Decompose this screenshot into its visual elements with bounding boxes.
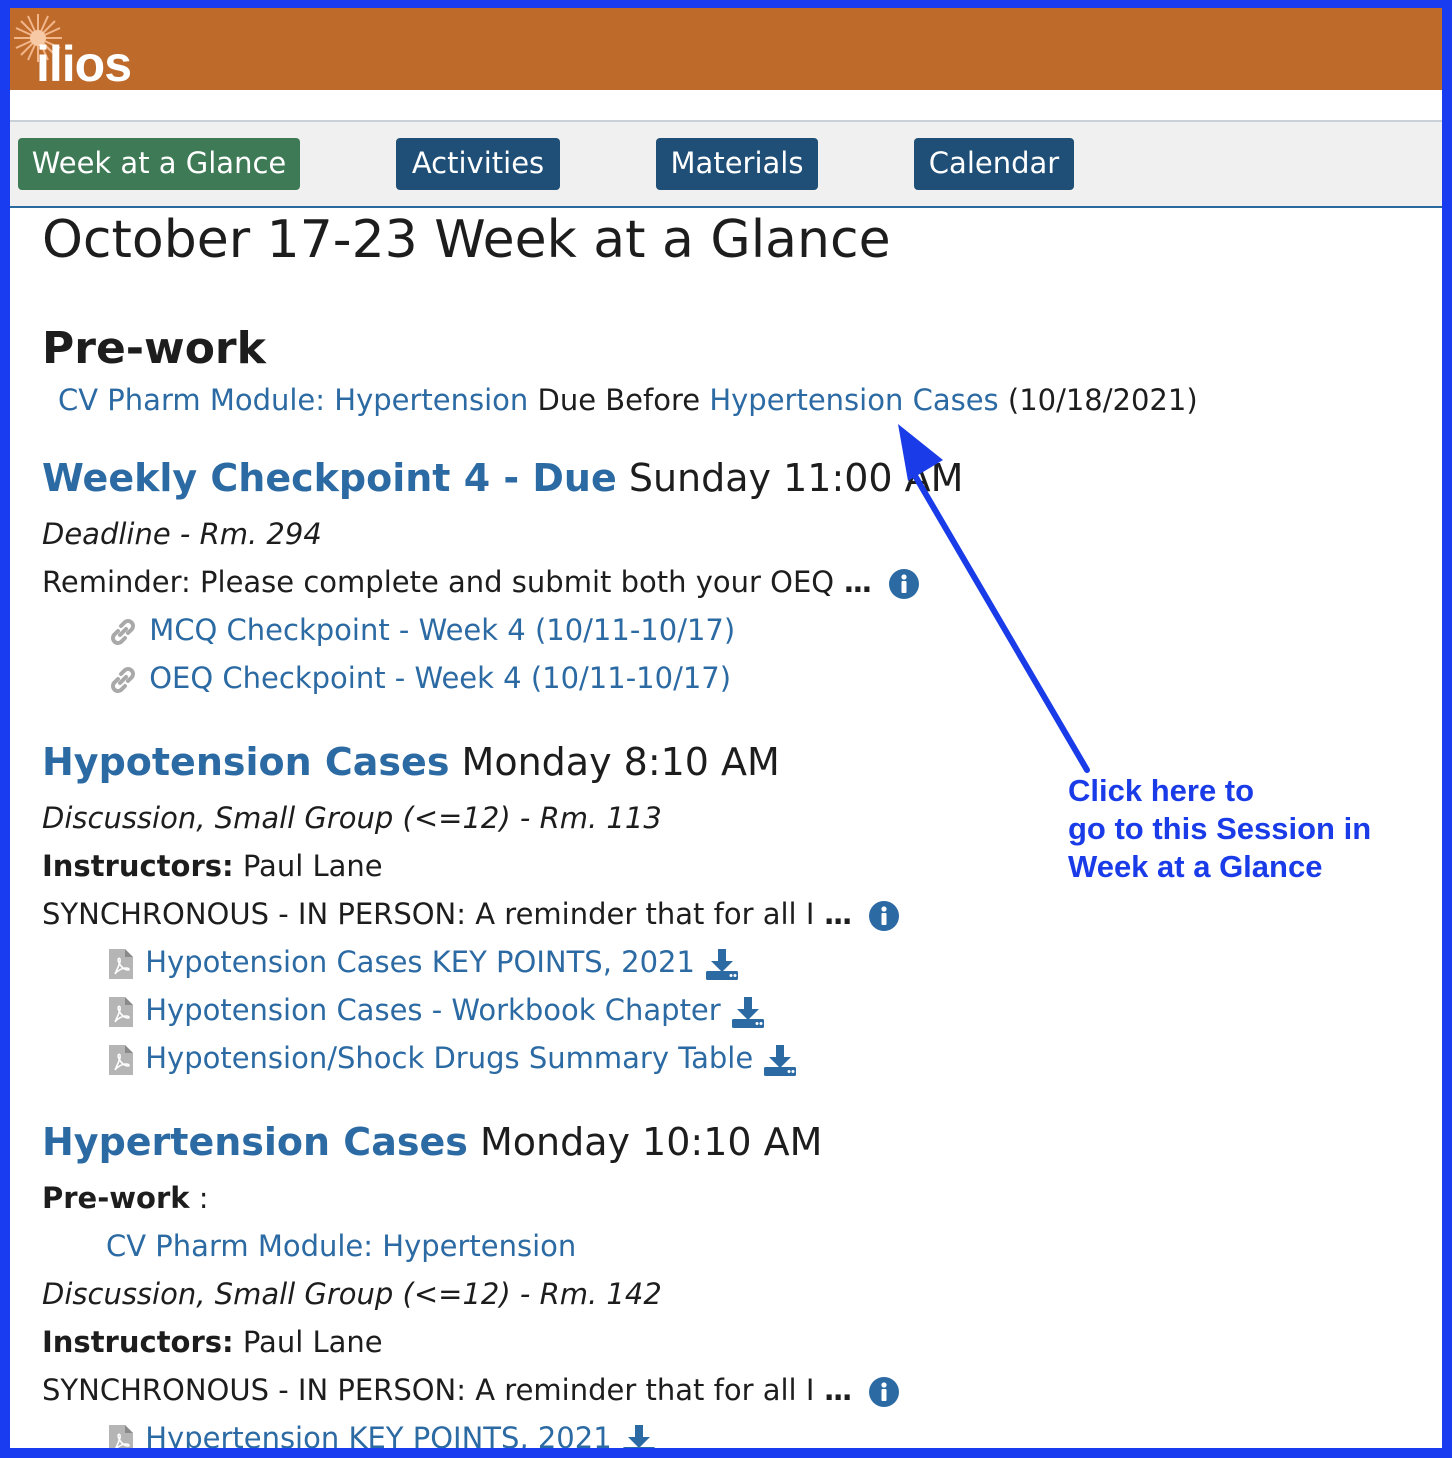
app-window: ilios Week at a Glance Activities Materi… xyxy=(10,8,1442,1448)
annotation-line: go to this Session in xyxy=(1068,811,1372,846)
annotation-line: Click here to xyxy=(1068,773,1255,808)
annotation-callout: Click here to go to this Session in Week… xyxy=(1068,772,1371,886)
annotation-arrow-icon xyxy=(898,424,1090,773)
annotation-line: Week at a Glance xyxy=(1068,849,1323,884)
